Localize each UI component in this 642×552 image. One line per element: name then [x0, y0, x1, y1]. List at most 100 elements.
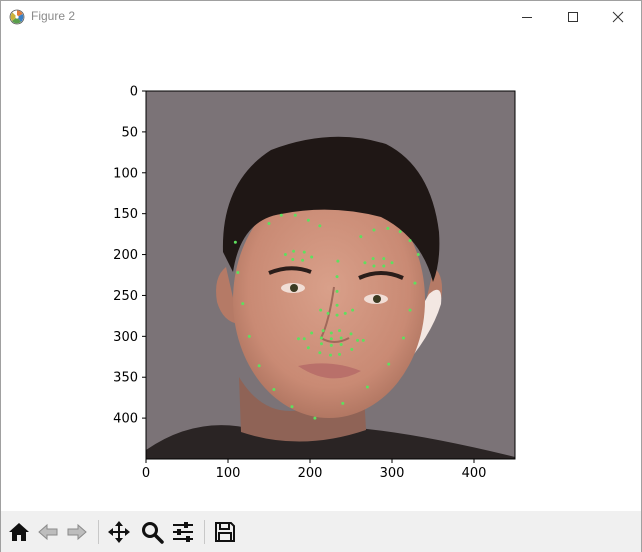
window-title: Figure 2: [31, 9, 76, 23]
landmark-point: [335, 289, 339, 293]
minimize-icon: [522, 16, 532, 18]
landmark-point: [408, 308, 412, 312]
landmark-point: [236, 271, 240, 275]
landmark-point: [292, 249, 296, 253]
landmark-point: [408, 239, 412, 243]
landmark-point: [233, 240, 237, 244]
landmark-point: [413, 281, 417, 285]
landmark-point: [318, 351, 322, 355]
landmark-point: [257, 364, 261, 368]
landmark-point: [321, 329, 325, 333]
matplotlib-logo-icon: [9, 9, 25, 25]
landmark-point: [241, 302, 245, 306]
minimize-button[interactable]: [504, 1, 550, 32]
y-tick-label: 100: [113, 166, 138, 181]
axes[interactable]: 0 100 200 300 400 0 50 100 150 200 250 300 350 400: [1, 32, 641, 511]
landmark-point: [290, 405, 294, 409]
sliders-icon: [173, 522, 193, 542]
landmark-point: [329, 337, 333, 341]
landmark-point: [387, 362, 391, 366]
landmark-point: [339, 336, 343, 340]
landmark-point: [349, 332, 353, 336]
landmark-point: [267, 221, 271, 225]
pan-button[interactable]: [105, 518, 133, 546]
maximize-icon: [568, 11, 578, 22]
landmark-point: [318, 224, 322, 228]
landmark-point: [247, 334, 251, 338]
back-button[interactable]: [34, 518, 62, 546]
iris-right: [373, 295, 381, 303]
landmark-point: [310, 331, 314, 335]
landmark-point: [335, 303, 339, 307]
y-tick-label: 50: [121, 125, 138, 140]
landmark-point: [336, 259, 340, 263]
landmark-point: [335, 275, 339, 279]
landmark-point: [343, 311, 347, 315]
landmark-point: [416, 253, 420, 257]
floppy-disk-icon: [215, 522, 235, 542]
landmark-point: [293, 213, 297, 217]
landmark-point: [301, 258, 305, 262]
close-button[interactable]: [595, 1, 641, 32]
landmark-point: [279, 213, 283, 217]
toolbar-separator: [204, 520, 205, 544]
landmark-point: [371, 257, 375, 261]
landmark-point: [319, 342, 323, 346]
landmark-point: [302, 337, 306, 341]
y-tick-label: 300: [113, 330, 138, 345]
close-icon: [612, 11, 624, 22]
landmark-point: [338, 329, 342, 333]
x-tick-label: 300: [380, 466, 405, 481]
landmark-point: [329, 331, 333, 335]
landmark-point: [272, 387, 276, 391]
landmark-point: [339, 343, 343, 347]
landmark-point: [313, 416, 317, 420]
landmark-point: [359, 235, 363, 239]
x-axis: 0 100 200 300 400: [142, 459, 486, 481]
save-button[interactable]: [211, 518, 239, 546]
y-tick-label: 350: [113, 371, 138, 386]
landmark-point: [319, 336, 323, 340]
landmark-point: [398, 230, 402, 234]
title-bar[interactable]: Figure 2: [1, 1, 641, 32]
forward-button[interactable]: [63, 518, 91, 546]
x-tick-label: 200: [298, 466, 323, 481]
landmark-point: [302, 250, 306, 254]
landmark-point: [310, 255, 314, 259]
x-tick-label: 100: [216, 466, 241, 481]
magnifier-icon: [142, 522, 164, 544]
landmark-point: [351, 308, 355, 312]
configure-subplots-button[interactable]: [169, 518, 197, 546]
landmark-point: [326, 311, 330, 315]
figure-canvas[interactable]: 0 100 200 300 400 0 50 100 150 200 250 300 350 400: [1, 32, 641, 511]
y-tick-label: 400: [113, 412, 138, 427]
home-icon: [9, 523, 29, 541]
arrow-left-icon: [38, 523, 58, 541]
landmark-point: [319, 308, 323, 312]
landmark-point: [372, 264, 376, 268]
landmark-point: [401, 336, 405, 340]
x-tick-label: 0: [142, 466, 150, 481]
arrow-right-icon: [67, 523, 87, 541]
landmark-point: [338, 352, 342, 356]
landmark-point: [297, 337, 301, 341]
landmark-point: [365, 385, 369, 389]
navigation-toolbar: [1, 511, 641, 552]
home-button[interactable]: [5, 518, 33, 546]
landmark-point: [306, 346, 310, 350]
landmark-point: [361, 338, 365, 342]
y-tick-label: 250: [113, 289, 138, 304]
landmark-point: [350, 347, 354, 351]
zoom-button[interactable]: [138, 518, 166, 546]
toolbar-separator: [98, 520, 99, 544]
move-icon: [108, 521, 130, 543]
y-axis: 0 50 100 150 200 250 300 350 400: [113, 85, 146, 427]
y-tick-label: 150: [113, 207, 138, 222]
face-image: [146, 91, 515, 459]
maximize-button[interactable]: [550, 1, 596, 32]
landmark-point: [372, 228, 376, 232]
landmark-point: [306, 218, 310, 222]
landmark-point: [356, 338, 360, 342]
iris-left: [290, 284, 298, 292]
landmark-point: [341, 401, 345, 405]
